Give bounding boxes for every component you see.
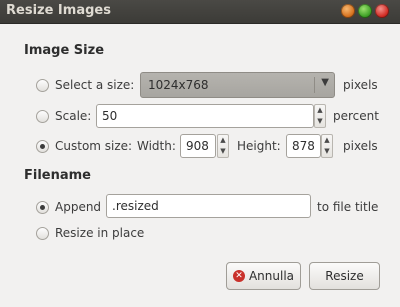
select-size-unit: pixels: [343, 78, 378, 92]
chevron-down-icon: ▼: [321, 77, 329, 88]
scale-field[interactable]: [96, 104, 314, 128]
close-icon[interactable]: [375, 4, 389, 18]
width-label: Width:: [137, 139, 176, 153]
height-label: Height:: [237, 139, 281, 153]
cancel-button[interactable]: ✕ Annulla: [226, 262, 301, 290]
cancel-label: Annulla: [248, 269, 294, 283]
scale-label[interactable]: Scale:: [55, 109, 91, 123]
append-label[interactable]: Append: [55, 200, 101, 214]
width-field[interactable]: [180, 134, 216, 158]
custom-size-label[interactable]: Custom size:: [55, 139, 132, 153]
scale-input[interactable]: [97, 105, 313, 127]
cancel-icon: ✕: [233, 270, 245, 282]
size-dropdown-value: 1024x768: [148, 78, 209, 92]
maximize-icon[interactable]: [358, 4, 372, 18]
scale-spinner[interactable]: ▲ ▼: [314, 104, 326, 128]
select-size-radio[interactable]: [36, 79, 49, 92]
minimize-icon[interactable]: [341, 4, 355, 18]
height-spinner[interactable]: ▲ ▼: [321, 134, 333, 158]
title-bar: Resize Images: [0, 0, 400, 24]
select-size-label[interactable]: Select a size:: [55, 78, 134, 92]
custom-size-radio[interactable]: [36, 140, 49, 153]
height-input[interactable]: [287, 135, 320, 157]
append-suffix-label: to file title: [317, 200, 379, 214]
width-spinner[interactable]: ▲ ▼: [217, 134, 229, 158]
window-title: Resize Images: [6, 3, 111, 18]
filename-heading: Filename: [24, 168, 91, 183]
scale-unit: percent: [333, 109, 379, 123]
height-field[interactable]: [286, 134, 321, 158]
resize-in-place-label[interactable]: Resize in place: [55, 226, 144, 240]
dropdown-separator: [314, 77, 315, 93]
append-field[interactable]: [106, 194, 311, 218]
scale-radio[interactable]: [36, 110, 49, 123]
custom-size-unit: pixels: [343, 139, 378, 153]
append-input[interactable]: [107, 195, 310, 217]
resize-label: Resize: [325, 269, 364, 283]
resize-in-place-radio[interactable]: [36, 227, 49, 240]
width-input[interactable]: [181, 135, 215, 157]
resize-button[interactable]: Resize: [309, 262, 380, 290]
size-dropdown[interactable]: 1024x768 ▼: [140, 72, 335, 98]
image-size-heading: Image Size: [24, 43, 105, 58]
append-radio[interactable]: [36, 201, 49, 214]
